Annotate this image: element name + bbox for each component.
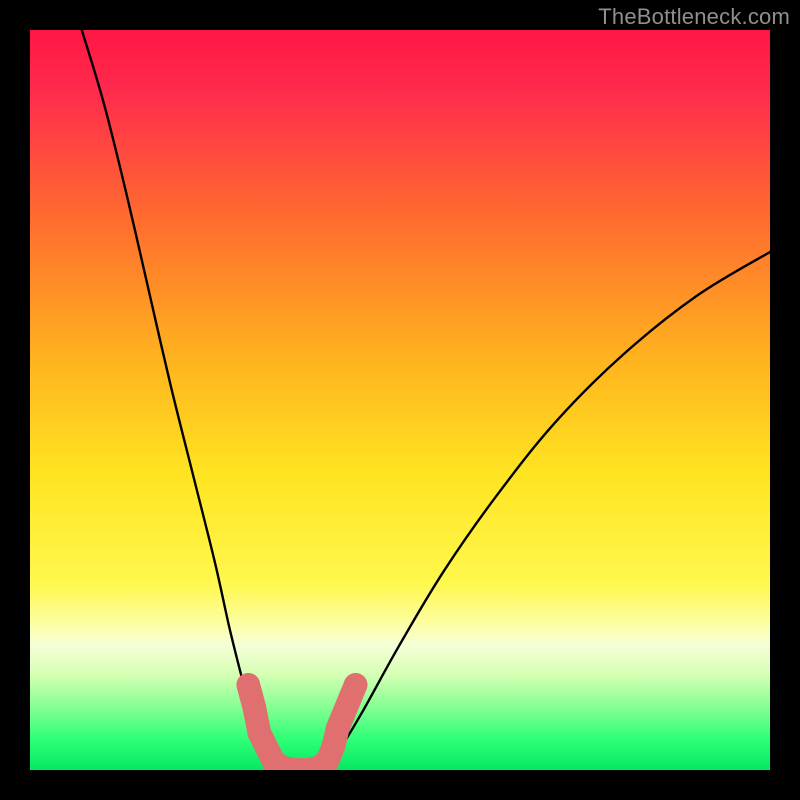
marker-dot [344, 673, 368, 697]
marker-dot [242, 695, 266, 719]
chart-frame: TheBottleneck.com [0, 0, 800, 800]
plot-area [30, 30, 770, 770]
marker-dot [326, 716, 350, 740]
watermark-text: TheBottleneck.com [598, 4, 790, 30]
marker-dot [248, 721, 272, 745]
heatmap-background [30, 30, 770, 770]
marker-dot [236, 673, 260, 697]
chart-svg [30, 30, 770, 770]
